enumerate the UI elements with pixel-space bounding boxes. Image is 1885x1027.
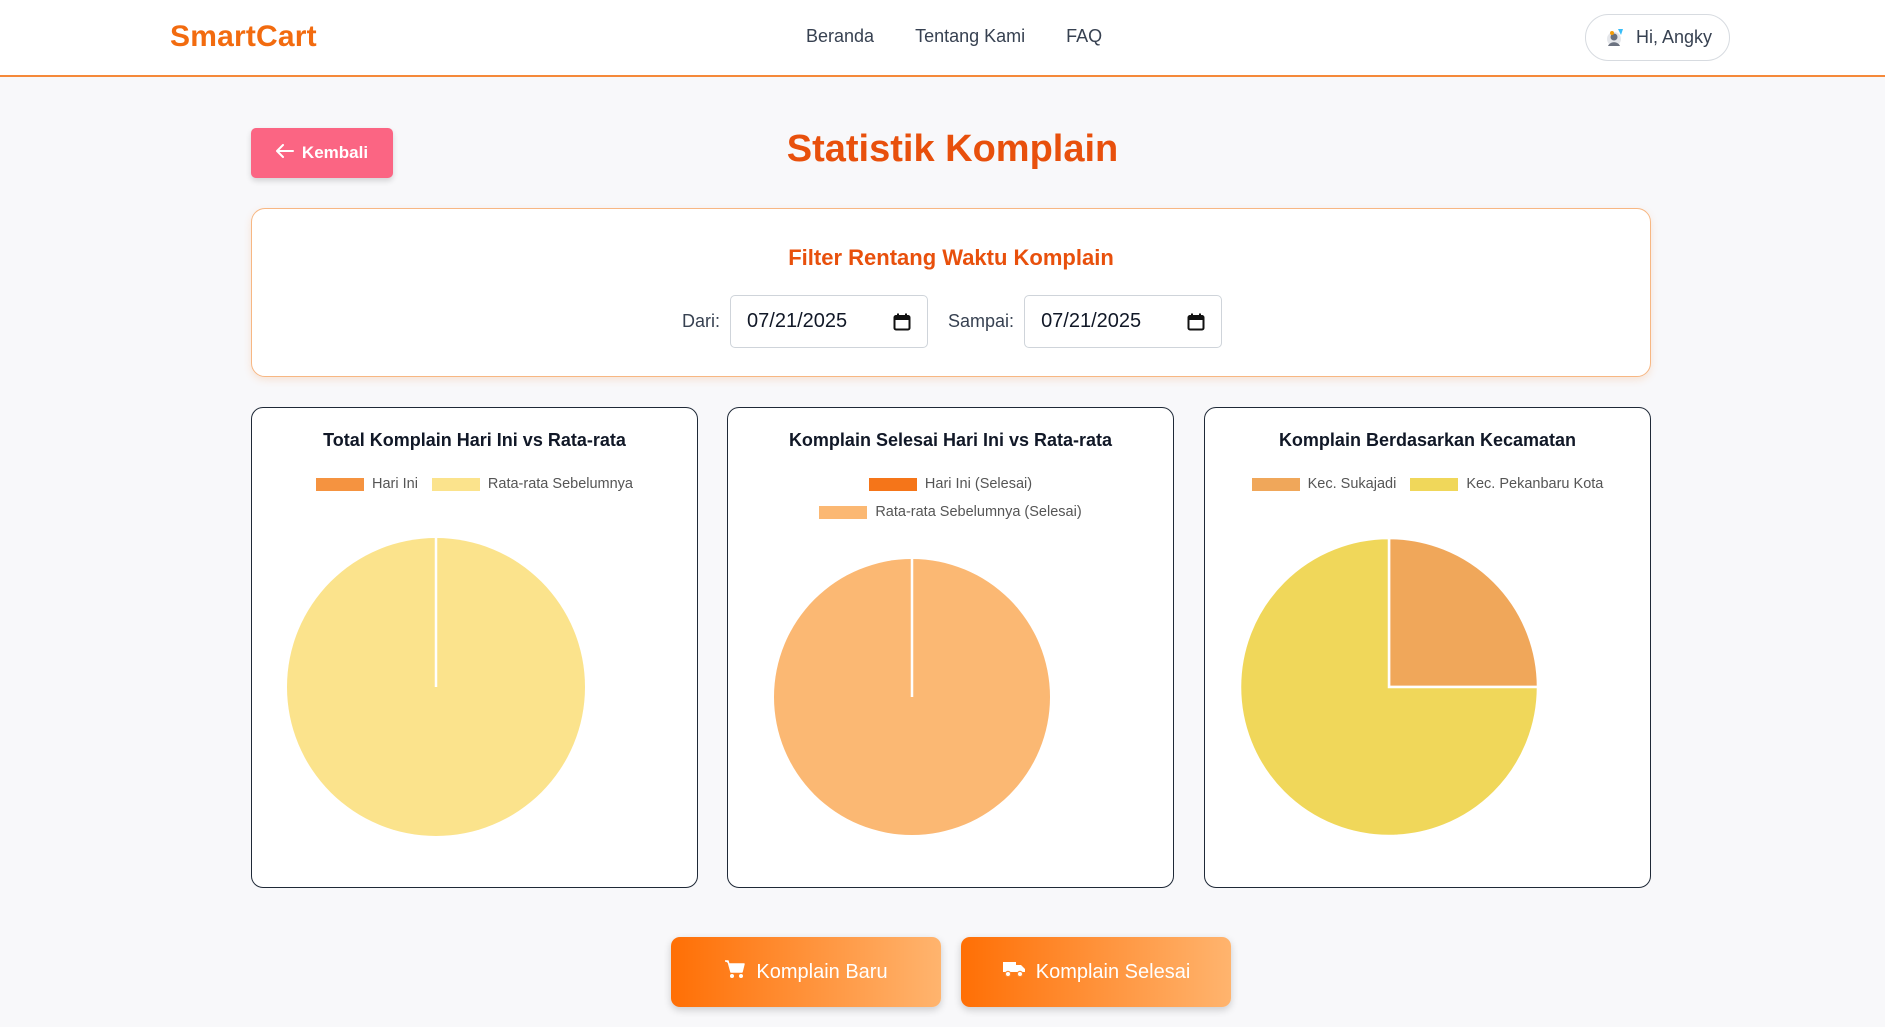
pie-slice[interactable] bbox=[1387, 536, 1540, 689]
to-date-input[interactable]: 07/21/2025 bbox=[1024, 295, 1223, 348]
brand-logo[interactable]: SmartCart bbox=[170, 20, 317, 54]
nav-link-tentang-kami[interactable]: Tentang Kami bbox=[915, 26, 1025, 47]
nav-link-beranda[interactable]: Beranda bbox=[806, 26, 874, 47]
chart-card-total: Total Komplain Hari Ini vs Rata-rata Har… bbox=[251, 407, 698, 888]
done-complaint-button[interactable]: Komplain Selesai bbox=[961, 937, 1231, 1007]
truck-icon bbox=[1002, 960, 1026, 984]
to-label: Sampai: bbox=[948, 311, 1015, 331]
cart-icon bbox=[724, 959, 746, 985]
user-greeting: Hi, Angky bbox=[1636, 27, 1713, 47]
pie-chart bbox=[774, 559, 1050, 835]
filter-card: Filter Rentang Waktu Komplain Dari: 07/2… bbox=[251, 208, 1651, 377]
calendar-icon[interactable] bbox=[893, 313, 911, 331]
arrow-left-icon bbox=[275, 143, 294, 163]
from-date-input[interactable]: 07/21/2025 bbox=[730, 295, 929, 348]
chart-card-selesai: Komplain Selesai Hari Ini vs Rata-rata H… bbox=[727, 407, 1174, 888]
back-button-label: Kembali bbox=[301, 143, 369, 162]
filter-title: Filter Rentang Waktu Komplain bbox=[788, 245, 1114, 270]
user-menu-button[interactable]: Hi, Angky bbox=[1585, 14, 1730, 61]
pie-chart bbox=[1238, 536, 1540, 838]
from-label: Dari: bbox=[682, 311, 721, 331]
done-complaint-label: Komplain Selesai bbox=[1035, 960, 1191, 983]
new-complaint-label: Komplain Baru bbox=[756, 960, 888, 983]
calendar-icon[interactable] bbox=[1187, 313, 1205, 331]
pie-chart bbox=[287, 538, 585, 836]
date-range-row: Dari: 07/21/2025 Sampai: 07/21/2025 bbox=[682, 295, 1223, 348]
nav-link-faq[interactable]: FAQ bbox=[1066, 26, 1102, 47]
chart-card-kecamatan: Komplain Berdasarkan Kecamatan Kec. Suka… bbox=[1204, 407, 1651, 888]
user-avatar-icon bbox=[1604, 27, 1626, 49]
navbar: SmartCart Beranda Tentang Kami FAQ Hi, A… bbox=[0, 0, 1885, 77]
to-date-value: 07/21/2025 bbox=[1041, 310, 1142, 332]
back-button[interactable]: Kembali bbox=[251, 128, 393, 178]
from-date-value: 07/21/2025 bbox=[747, 310, 848, 332]
nav-links: Beranda Tentang Kami FAQ bbox=[806, 26, 1102, 47]
new-complaint-button[interactable]: Komplain Baru bbox=[671, 937, 941, 1007]
